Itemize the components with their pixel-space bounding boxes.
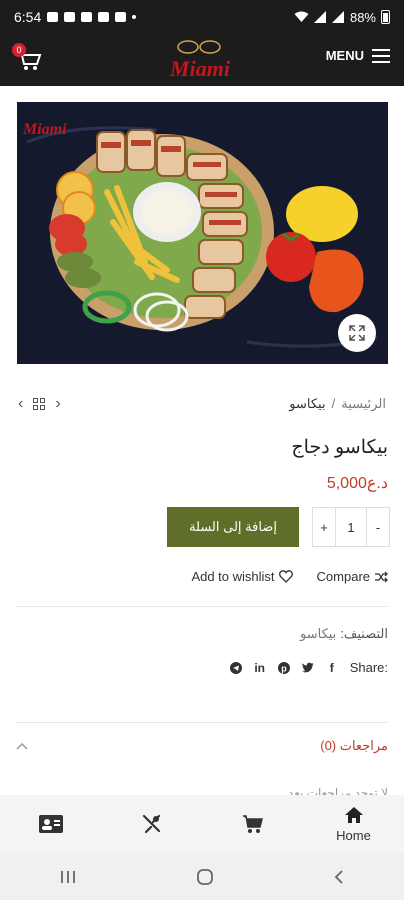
app-header: 0 Miami MENU [0, 34, 404, 86]
system-navigation-bar [0, 853, 404, 900]
divider [16, 722, 388, 723]
breadcrumb: الرئيسية / بيكاسو [289, 396, 386, 412]
heart-icon [278, 570, 293, 583]
signal-icon-2 [331, 11, 344, 23]
breadcrumb-current[interactable]: بيكاسو [289, 396, 325, 412]
zoom-button[interactable] [338, 314, 376, 352]
cart-count-badge: 0 [12, 43, 26, 57]
home-icon [344, 806, 363, 823]
prev-product-icon[interactable]: ‹ [18, 395, 23, 413]
hamburger-icon [372, 48, 390, 63]
add-to-cart-button[interactable]: إضافة إلى السلة [167, 507, 299, 547]
wishlist-label: Add to wishlist [191, 569, 275, 584]
status-time: 6:54 [14, 9, 42, 25]
next-product-icon[interactable]: › [55, 395, 60, 413]
home-label: Home [336, 827, 371, 843]
divider [16, 606, 388, 607]
linkedin-icon[interactable]: in [254, 661, 266, 675]
product-title: بيكاسو دجاج [291, 437, 388, 458]
telegram-icon[interactable] [229, 661, 242, 674]
bottom-nav-menu[interactable] [101, 795, 202, 853]
cart-button[interactable]: 0 [12, 43, 42, 72]
product-actions: Add to wishlist Compare [191, 569, 388, 584]
cart-icon [242, 815, 263, 833]
quantity-stepper: + 1 - [312, 507, 390, 547]
utensils-icon [142, 814, 160, 834]
recents-icon[interactable] [59, 869, 77, 885]
pinterest-icon[interactable]: p [277, 661, 290, 674]
compare-link[interactable]: Compare [317, 569, 388, 584]
breadcrumb-home[interactable]: الرئيسية [341, 396, 386, 412]
home-circle-icon[interactable] [196, 868, 214, 886]
wishlist-link[interactable]: Add to wishlist [191, 569, 293, 584]
product-navigation: ‹ › [18, 395, 61, 413]
wifi-icon [294, 11, 309, 22]
twitter-icon[interactable] [301, 662, 314, 674]
chevron-up-icon [16, 742, 28, 750]
gallery-icon [98, 12, 110, 22]
breadcrumb-row: ‹ › الرئيسية / بيكاسو [18, 394, 386, 414]
category-link[interactable]: بيكاسو [300, 626, 336, 642]
back-icon[interactable] [333, 869, 345, 885]
qty-minus-button[interactable]: - [367, 508, 389, 546]
bottom-nav-home[interactable]: Home [303, 795, 404, 853]
notification-icon [115, 12, 127, 22]
product-category: التصنيف: بيكاسو [300, 626, 388, 642]
contact-card-icon [38, 815, 63, 833]
battery-percent: 88% [349, 9, 376, 25]
menu-button[interactable]: MENU [326, 48, 390, 63]
image-watermark-logo: Miami [22, 121, 67, 138]
site-logo[interactable]: Miami [150, 38, 250, 82]
category-label: التصنيف: [340, 626, 388, 641]
compare-label: Compare [316, 569, 370, 584]
qty-input[interactable]: 1 [335, 508, 367, 546]
shuffle-icon [375, 571, 388, 582]
settings-icon [81, 12, 93, 22]
share-row: in p f Share: [229, 660, 388, 675]
svg-text:p: p [281, 663, 287, 673]
share-label: Share: [349, 660, 388, 675]
status-bar: 6:54 88% [0, 0, 404, 34]
bottom-nav-contact[interactable] [0, 795, 101, 853]
signal-icon [313, 11, 326, 23]
expand-icon [349, 325, 365, 341]
bottom-nav: Home [0, 795, 404, 853]
menu-label: MENU [325, 48, 364, 63]
facebook-icon[interactable]: f [326, 661, 338, 675]
qty-plus-button[interactable]: + [313, 508, 335, 546]
svg-text:Miami: Miami [169, 56, 231, 81]
message-icon [47, 12, 59, 22]
reviews-tab[interactable]: مراجعات (0) [16, 738, 388, 754]
bottom-nav-cart[interactable] [202, 795, 303, 853]
reviews-label: مراجعات (0) [320, 738, 388, 753]
more-notifications-icon [132, 15, 137, 19]
mail-icon [64, 12, 76, 22]
battery-icon [381, 10, 390, 24]
product-image[interactable]: Miami [17, 102, 388, 364]
grid-icon[interactable] [33, 398, 46, 410]
product-price: 5,000د.ع [326, 475, 388, 492]
breadcrumb-separator: / [331, 396, 336, 411]
